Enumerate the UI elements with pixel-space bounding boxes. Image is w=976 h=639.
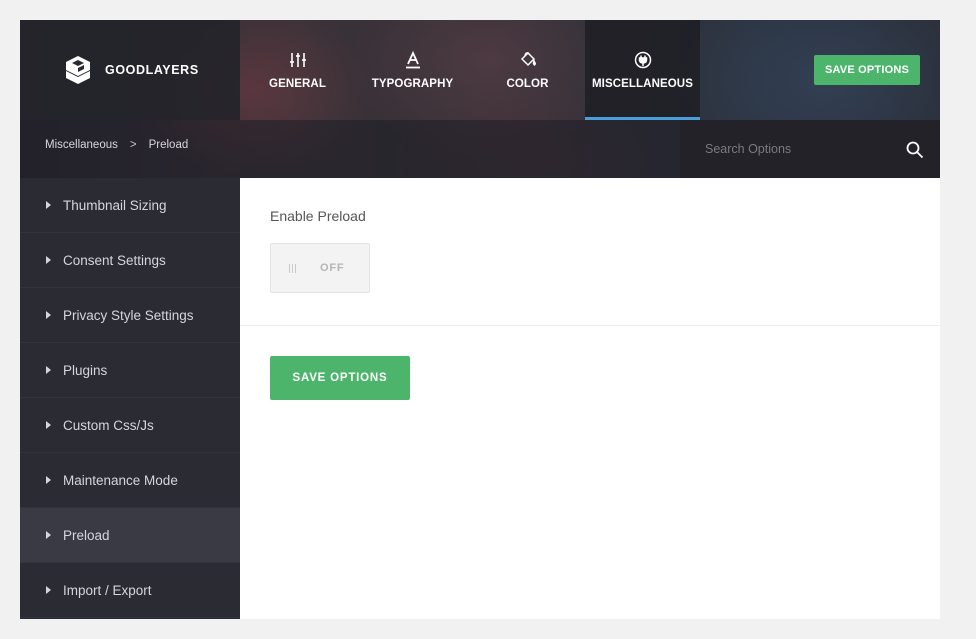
breadcrumb: Miscellaneous > Preload [45,120,188,170]
sidebar-item-label: Consent Settings [63,252,166,268]
sidebar-item-consent-settings[interactable]: Consent Settings [20,233,240,288]
plug-icon [633,50,653,70]
sidebar-item-label: Privacy Style Settings [63,307,194,323]
header-save-options-button[interactable]: SAVE OPTIONS [814,55,920,85]
brand: GOODLAYERS [20,20,240,120]
brand-name: GOODLAYERS [105,63,199,77]
sidebar-item-maintenance-mode[interactable]: Maintenance Mode [20,453,240,508]
sidebar: Thumbnail Sizing Consent Settings Privac… [20,178,240,619]
breadcrumb-separator: > [129,139,137,151]
search-box [680,120,940,178]
search-input[interactable] [705,139,895,159]
goodlayers-logo-icon [66,56,90,84]
tab-label: TYPOGRAPHY [371,78,454,90]
options-panel: GOODLAYERS GENERAL TYPOGRAPHY COLOR MISC… [20,20,940,619]
sliders-icon [288,50,308,70]
search-icon[interactable] [906,141,924,159]
tab-label: COLOR [506,78,549,90]
toggle-grip-icon [289,263,296,273]
typography-icon [403,50,423,70]
tab-typography[interactable]: TYPOGRAPHY [355,20,470,120]
caret-right-icon [46,531,51,539]
sidebar-item-plugins[interactable]: Plugins [20,343,240,398]
breadcrumb-current: Preload [148,139,189,151]
main-tabs: GENERAL TYPOGRAPHY COLOR MISCELLANEOUS [240,20,700,120]
breadcrumb-bar: Miscellaneous > Preload [20,120,940,178]
enable-preload-label: Enable Preload [270,208,366,224]
sidebar-item-custom-css-js[interactable]: Custom Css/Js [20,398,240,453]
tab-general[interactable]: GENERAL [240,20,355,120]
caret-right-icon [46,421,51,429]
sidebar-item-thumbnail-sizing[interactable]: Thumbnail Sizing [20,178,240,233]
sidebar-item-label: Maintenance Mode [63,472,178,488]
save-options-button[interactable]: SAVE OPTIONS [270,356,410,400]
breadcrumb-parent[interactable]: Miscellaneous [45,139,118,151]
sidebar-item-label: Plugins [63,362,108,378]
sidebar-item-label: Preload [63,527,110,543]
sidebar-item-label: Custom Css/Js [63,417,154,433]
tab-miscellaneous[interactable]: MISCELLANEOUS [585,20,700,120]
caret-right-icon [46,366,51,374]
caret-right-icon [46,476,51,484]
header: GOODLAYERS GENERAL TYPOGRAPHY COLOR MISC… [20,20,940,178]
paint-bucket-icon [518,50,538,70]
sidebar-item-label: Thumbnail Sizing [63,197,167,213]
caret-right-icon [46,201,51,209]
enable-preload-toggle[interactable]: OFF [270,243,370,293]
caret-right-icon [46,586,51,594]
sidebar-item-preload[interactable]: Preload [20,508,240,563]
tab-label: MISCELLANEOUS [592,78,693,90]
sidebar-item-import-export[interactable]: Import / Export [20,563,240,618]
tab-color[interactable]: COLOR [470,20,585,120]
caret-right-icon [46,256,51,264]
toggle-state-label: OFF [320,262,345,274]
options-content: Enable Preload OFF SAVE OPTIONS [240,178,940,619]
caret-right-icon [46,311,51,319]
tab-label: GENERAL [269,78,326,90]
sidebar-item-label: Import / Export [63,582,152,598]
sidebar-item-privacy-style-settings[interactable]: Privacy Style Settings [20,288,240,343]
divider [240,325,940,326]
